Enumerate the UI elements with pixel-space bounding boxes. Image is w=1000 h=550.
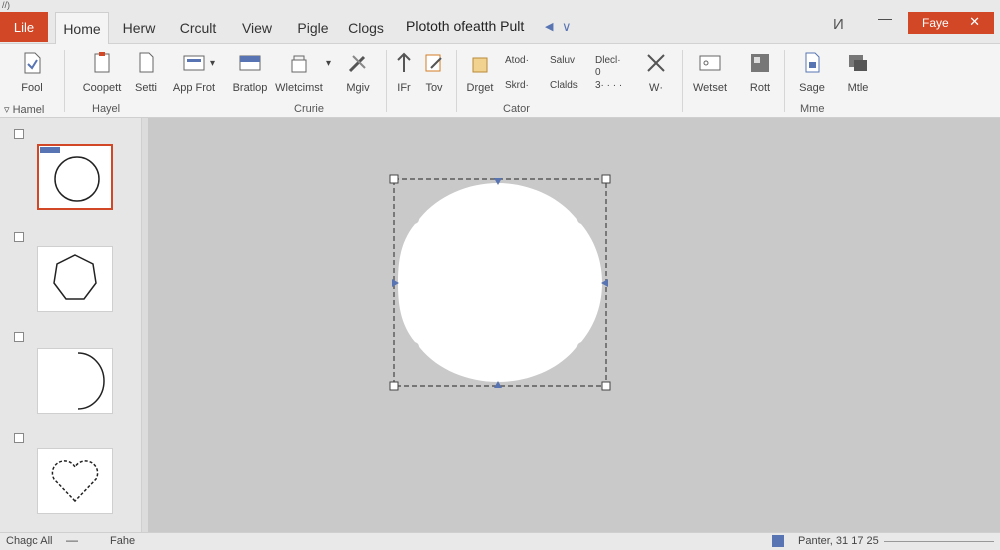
layout-icon — [183, 55, 205, 71]
status-bar: Chagc All — Fahe Panter, 31 17 25 — [0, 532, 1000, 550]
tab-view[interactable]: View — [234, 12, 280, 44]
adjust-handle-right[interactable] — [601, 279, 608, 287]
selected-shape-area — [389, 174, 611, 391]
document-icon — [24, 52, 41, 74]
page-icon — [139, 52, 154, 73]
w-button[interactable]: W· — [628, 50, 684, 100]
shapes-icon — [291, 55, 307, 73]
slide-4-marker — [14, 433, 24, 443]
grid-icon — [751, 54, 769, 72]
notes-icon[interactable] — [772, 535, 784, 547]
share-button-label: Faye — [922, 16, 949, 30]
zero-value: 0 — [595, 67, 601, 78]
group-label-crurie: Crurie — [294, 103, 324, 115]
slide-thumbnail-panel — [0, 118, 142, 532]
clalds-button[interactable]: Clalds — [550, 80, 578, 91]
slide-canvas[interactable] — [148, 118, 1000, 532]
drget-button[interactable]: Drget — [452, 50, 508, 100]
group-label-hayel: Hayel — [92, 103, 121, 115]
tab-pigle[interactable]: Pigle — [290, 12, 336, 44]
quick-access-toolbar[interactable]: //) — [2, 0, 10, 10]
drget-label: Drget — [466, 82, 494, 94]
chevron-down-icon[interactable]: ▾ — [210, 58, 215, 69]
tools-icon — [348, 55, 366, 73]
circle-shape-icon — [40, 147, 100, 202]
paste-icon — [94, 52, 110, 73]
tab-home[interactable]: Home — [55, 12, 109, 44]
title-bar: //) Lile Home Herw Crcult View Pigle Clo… — [0, 0, 1000, 44]
fool-button[interactable]: Fool — [4, 50, 60, 100]
tab-crcult[interactable]: Crcult — [172, 12, 224, 44]
heart-shape-icon — [51, 460, 99, 503]
screen-icon — [699, 55, 721, 71]
wletcinst-button[interactable]: Wletcimst — [268, 50, 330, 100]
tab-file[interactable]: Lile — [0, 12, 48, 42]
wrench-icon — [647, 54, 665, 72]
status-left-text[interactable]: Chagc All — [6, 535, 52, 547]
group-label-hamel: ▿ Hamel — [4, 104, 45, 116]
layers-icon — [849, 55, 867, 71]
dlecl-button[interactable]: Dlecl· — [595, 55, 621, 66]
share-button[interactable]: Faye ✕ — [908, 12, 994, 34]
rott-label: Rott — [749, 82, 771, 94]
slide-thumbnail-4[interactable] — [37, 448, 113, 514]
adjust-handle-bottom[interactable] — [494, 381, 502, 388]
slide-thumbnail-3[interactable] — [37, 348, 113, 414]
flag-icon[interactable]: ◀ — [545, 20, 553, 33]
group-label-cator: Cator — [503, 103, 530, 115]
edit-icon — [425, 54, 442, 72]
tab-herw[interactable]: Herw — [116, 12, 162, 44]
resize-handle-bottom-right[interactable] — [601, 381, 611, 391]
slide-thumbnail-2[interactable] — [37, 246, 113, 312]
mtle-label: Mtle — [847, 82, 869, 94]
file-save-icon — [805, 52, 820, 73]
ribbon-divider — [64, 50, 65, 112]
group-label-mme: Mme — [800, 103, 825, 115]
atodt-button[interactable]: Atod· — [505, 55, 529, 66]
wletcinst-label: Wletcimst — [275, 82, 323, 94]
resize-handle-top-left[interactable] — [389, 174, 399, 184]
ribbon: Fool Coopett Setti App Frot ▾ Bratlop Wl… — [0, 44, 1000, 118]
picture-icon — [239, 55, 261, 71]
rott-button[interactable]: Rott — [732, 50, 788, 100]
w-label: W· — [648, 82, 664, 94]
fool-label: Fool — [21, 82, 43, 94]
tab-clogs[interactable]: Clogs — [344, 12, 388, 44]
app-window: //) Lile Home Herw Crcult View Pigle Clo… — [0, 0, 1000, 550]
minimize-button[interactable]: — — [876, 10, 894, 28]
slide-3-marker — [14, 332, 24, 342]
chevron-down-icon[interactable]: ∨ — [562, 19, 572, 35]
resize-handle-bottom-left[interactable] — [389, 381, 399, 391]
zoom-slider[interactable] — [884, 541, 994, 542]
group-hamel-text: Hamel — [12, 104, 45, 116]
status-right-text: Panter, 31 17 25 — [798, 535, 879, 547]
close-icon[interactable]: ✕ — [969, 14, 980, 30]
skrd-button[interactable]: Skrd· — [505, 80, 529, 91]
mtle-button[interactable]: Mtle — [830, 50, 886, 100]
heptagon-shape-icon — [53, 254, 97, 300]
slide-2-marker — [14, 232, 24, 242]
slide-1-marker — [14, 129, 24, 139]
bucket-icon — [472, 57, 488, 73]
circle-shape[interactable] — [398, 183, 602, 382]
arc-shape-icon — [77, 352, 105, 410]
ribbon-display-icon[interactable]: И — [833, 16, 844, 33]
saluv-button[interactable]: Saluv — [550, 55, 575, 66]
wetset-label: Wetset — [692, 82, 728, 94]
status-file-text[interactable]: Fahe — [110, 535, 135, 547]
app-frot-label: App Frot — [172, 82, 216, 94]
resize-handle-top-right[interactable] — [601, 174, 611, 184]
divider-line-icon: — — [66, 533, 78, 547]
slide-thumbnail-1[interactable] — [37, 144, 113, 210]
adjust-handle-left[interactable] — [392, 279, 399, 287]
document-title: Plototh ofeatth Pult — [406, 18, 525, 34]
three-button[interactable]: 3· · · · — [595, 80, 622, 91]
wetset-button[interactable]: Wetset — [682, 50, 738, 100]
